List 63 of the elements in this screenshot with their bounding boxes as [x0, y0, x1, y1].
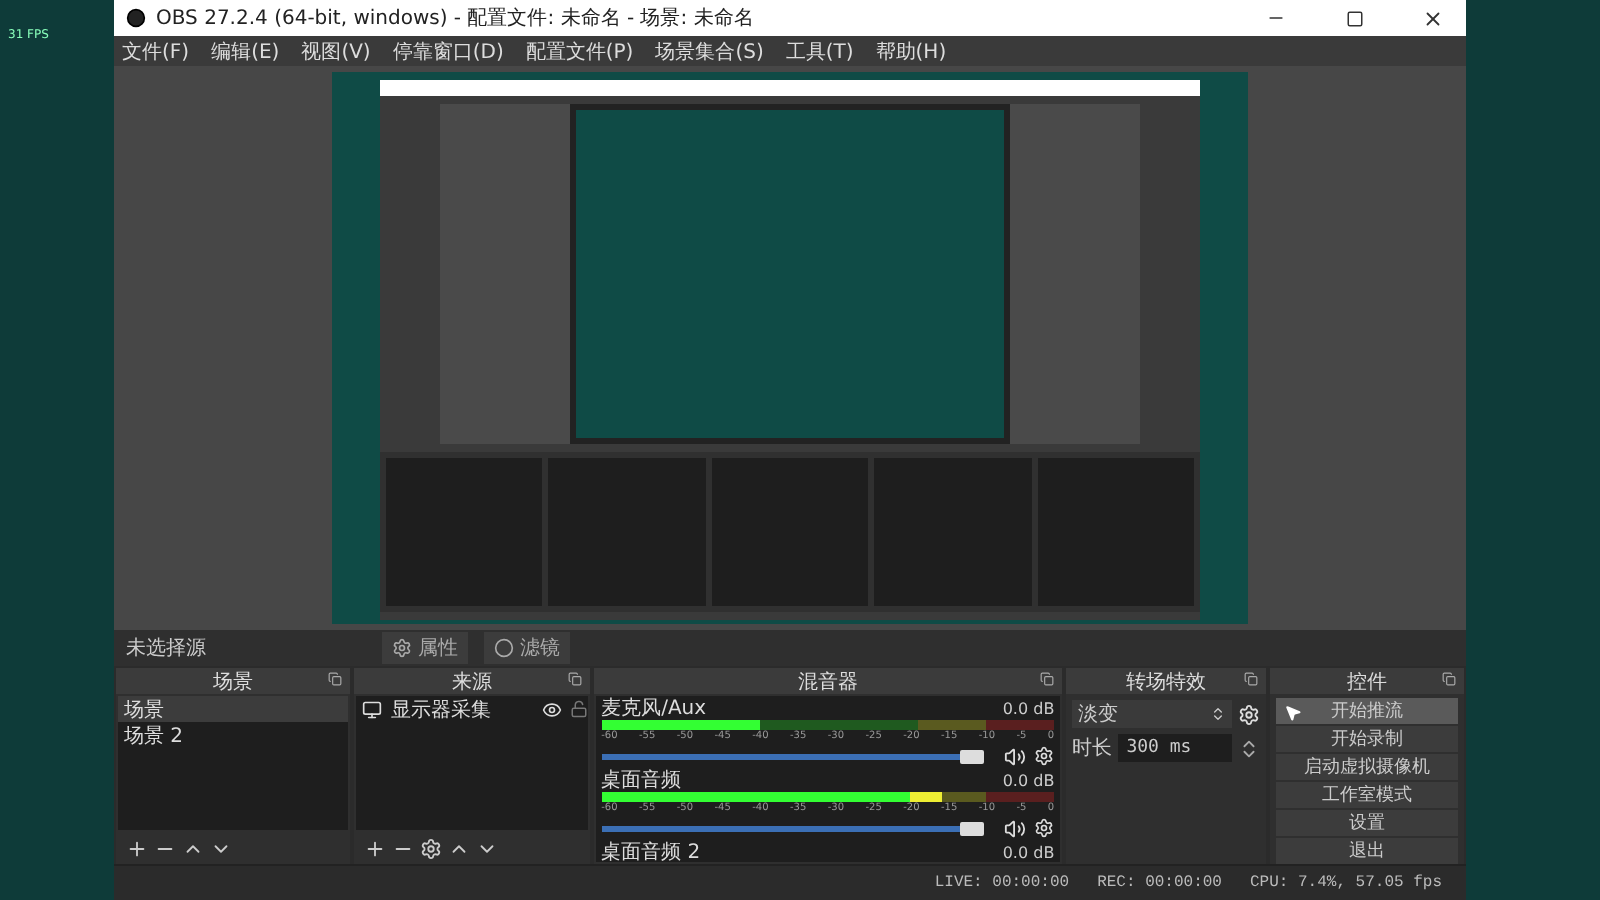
cursor-icon [1283, 704, 1302, 722]
lock-icon [569, 700, 588, 718]
dock-title: 控件 [1346, 669, 1387, 695]
dock-title: 场景 [213, 669, 254, 695]
toolbar-button[interactable]: 属性 [382, 632, 468, 664]
float-dock-icon[interactable] [1243, 672, 1258, 686]
channel-reading: 0.0 dB [1002, 772, 1055, 790]
control-button[interactable]: 启动虚拟摄像机 [1275, 754, 1459, 780]
add-icon[interactable] [364, 837, 387, 859]
control-button[interactable]: 设置 [1275, 810, 1459, 836]
dock-title: 混音器 [797, 669, 858, 695]
no-source-label: 未选择源 [126, 635, 208, 662]
gear-icon [392, 638, 412, 658]
window-title: OBS 27.2.4 (64-bit, windows) - 配置文件: 未命名 - 场景: 未命名 [156, 5, 756, 32]
channel-name: 麦克风/Aux [601, 698, 707, 720]
menu-item[interactable]: 编辑(E) [211, 37, 280, 65]
menu-item[interactable]: 帮助(H) [875, 37, 947, 65]
speaker-icon [1004, 745, 1027, 767]
channel-name: 桌面音频 [601, 770, 682, 792]
eye-icon [541, 699, 562, 719]
menu-item[interactable]: 配置文件(P) [525, 37, 634, 65]
cpu-usage: CPU: 7.4%, 57.05 fps [1249, 874, 1442, 892]
volume-slider[interactable] [601, 753, 985, 759]
app-logo-icon [126, 8, 146, 28]
channel-reading: 0.0 dB [1002, 700, 1055, 718]
control-button[interactable]: 开始推流 [1275, 698, 1459, 724]
scene-item[interactable]: 场景 2 [118, 722, 349, 748]
close-icon[interactable] [1421, 7, 1443, 29]
float-dock-icon[interactable] [567, 672, 582, 686]
transition-select[interactable]: 淡变 [1072, 700, 1232, 728]
menu-item[interactable]: 场景集合(S) [655, 37, 764, 65]
float-dock-icon[interactable] [1040, 672, 1055, 686]
control-button[interactable]: 工作室模式 [1275, 782, 1459, 808]
channel-reading: 0.0 dB [1002, 844, 1055, 862]
control-button[interactable]: 退出 [1275, 838, 1459, 864]
float-dock-icon[interactable] [1442, 672, 1457, 686]
monitor-icon [362, 699, 383, 719]
dropdown-arrows-icon [1209, 706, 1226, 722]
float-dock-icon[interactable] [328, 672, 343, 686]
source-item[interactable]: 显示器采集 [356, 696, 588, 722]
live-time: LIVE: 00:00:00 [934, 874, 1070, 892]
settings-icon [1237, 703, 1260, 725]
menu-item[interactable]: 工具(T) [785, 37, 854, 65]
settings-icon [1034, 818, 1055, 838]
duration-field[interactable]: 300 ms [1118, 734, 1232, 762]
duration-label: 时长 [1072, 735, 1113, 762]
volume-slider[interactable] [601, 825, 985, 831]
scene-item[interactable]: 场景 [118, 696, 349, 722]
toolbar-button[interactable]: 滤镜 [484, 632, 570, 664]
filter-icon [494, 638, 514, 658]
menu-item[interactable]: 视图(V) [301, 37, 371, 65]
maximize-icon[interactable] [1345, 9, 1363, 27]
rec-time: REC: 00:00:00 [1097, 874, 1222, 892]
add-icon[interactable] [126, 837, 148, 859]
settings-icon[interactable] [420, 837, 443, 859]
dock-title: 来源 [451, 669, 492, 695]
settings-icon [1034, 746, 1055, 766]
control-button[interactable]: 开始录制 [1275, 726, 1459, 752]
menu-item[interactable]: 停靠窗口(D) [392, 37, 504, 65]
channel-name: 桌面音频 2 [601, 842, 701, 862]
menu-item[interactable]: 文件(F) [122, 37, 190, 65]
dock-title: 转场特效 [1125, 669, 1206, 695]
speaker-icon [1004, 817, 1027, 839]
